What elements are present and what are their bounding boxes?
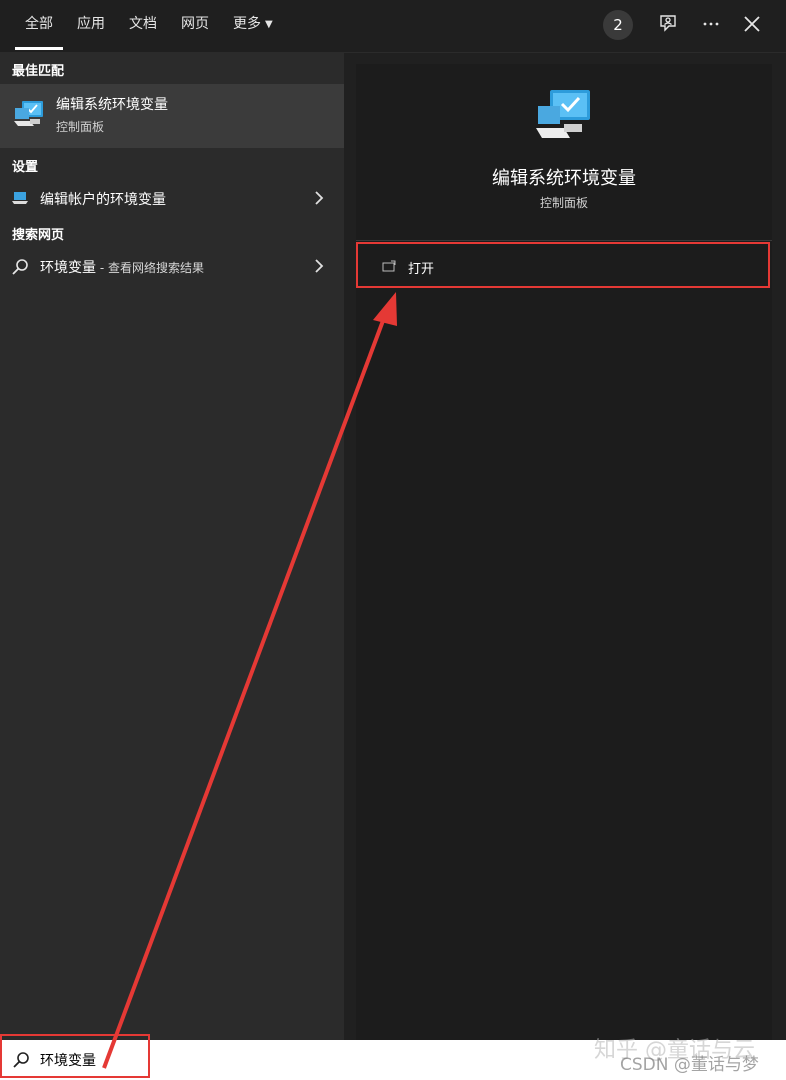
best-match-title: 编辑系统环境变量 [56, 97, 168, 113]
feedback-icon[interactable] [657, 12, 681, 36]
web-search-term: 环境变量 [40, 260, 96, 276]
open-label: 打开 [408, 262, 435, 277]
computer-check-icon [14, 101, 43, 126]
settings-item-label: 编辑帐户的环境变量 [40, 192, 166, 208]
open-action[interactable]: 打开 [356, 242, 770, 288]
best-match-header: 最佳匹配 [12, 64, 65, 79]
chevron-right-icon[interactable] [314, 258, 324, 274]
divider [356, 240, 772, 241]
tab-more-label: 更多 [233, 16, 261, 32]
chevron-down-icon: ▼ [265, 19, 273, 30]
tab-web[interactable]: 网页 [181, 0, 209, 48]
web-search-label: 环境变量 - 查看网络搜索结果 [40, 257, 204, 277]
preview-title: 编辑系统环境变量 [492, 168, 636, 189]
close-icon[interactable] [740, 12, 764, 36]
web-search-item[interactable]: 环境变量 - 查看网络搜索结果 [0, 249, 344, 283]
rewards-badge[interactable]: 2 [603, 10, 633, 40]
annotation-box-search [0, 1034, 150, 1078]
chevron-right-icon[interactable] [314, 190, 324, 206]
laptop-icon [12, 192, 28, 204]
tab-all[interactable]: 全部 [15, 0, 63, 50]
watermark-csdn: CSDN @董话与梦 [620, 1055, 759, 1075]
settings-header: 设置 [12, 160, 39, 175]
more-icon[interactable] [699, 12, 723, 36]
top-bar: 全部 应用 文档 网页 更多 ▼ 2 [0, 0, 786, 53]
settings-item[interactable]: 编辑帐户的环境变量 [0, 181, 344, 215]
results-panel: 最佳匹配 编辑系统环境变量 控制面板 设置 编辑帐户的环境变量 搜索网页 环境变… [0, 52, 344, 1040]
tab-apps[interactable]: 应用 [77, 0, 105, 48]
web-search-suffix: - 查看网络搜索结果 [96, 261, 204, 275]
preview-panel: 编辑系统环境变量 控制面板 [356, 64, 772, 1040]
tab-documents[interactable]: 文档 [129, 0, 157, 48]
best-match-item[interactable]: 编辑系统环境变量 控制面板 [0, 84, 344, 148]
tab-more[interactable]: 更多 ▼ [233, 0, 273, 48]
best-match-subtitle: 控制面板 [56, 120, 105, 134]
open-window-icon [382, 260, 396, 272]
search-icon [12, 259, 28, 275]
computer-check-icon [536, 90, 590, 138]
web-search-header: 搜索网页 [12, 228, 65, 243]
preview-subtitle: 控制面板 [539, 196, 588, 210]
